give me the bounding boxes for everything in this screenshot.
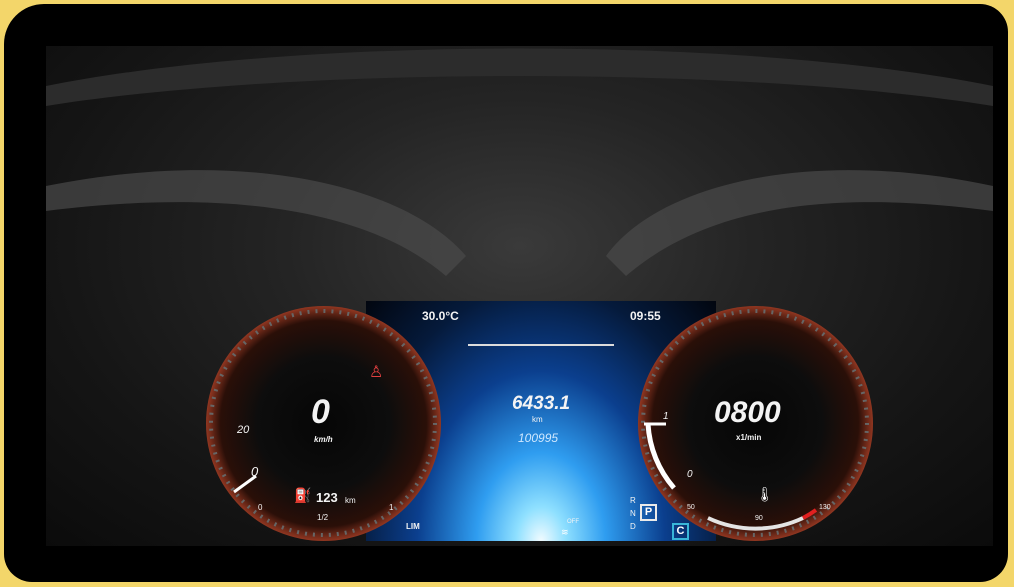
rpm-tick-0: 0 [687,469,693,480]
coolant-tick-50: 50 [687,504,695,511]
seatbelt-warning-icon: ♙ [369,364,384,381]
rpm-tick-1: 1 [663,411,669,422]
clock-time: 09:55 [630,309,661,323]
fuel-half-tick: 1/2 [317,513,329,522]
screenshot-frame: 30.0°C 09:55 6433.1 km 100995 0 km/h 20 … [4,4,1008,582]
instrument-cluster: 30.0°C 09:55 6433.1 km 100995 0 km/h 20 … [206,261,876,541]
trip-distance: 6433.1 [512,393,571,414]
speed-limiter-indicator: LIM [406,522,420,531]
fuel-empty-tick: 0 [258,503,263,512]
coolant-tick-90: 90 [755,515,763,522]
speed-tick-20: 20 [237,424,250,436]
gear-d: D [630,522,636,531]
coolant-tick-130: 130 [819,504,831,511]
speed-value: 0 [311,393,330,431]
coolant-temperature-icon: 🌡 [756,486,774,502]
odometer: 100995 [518,431,559,445]
fuel-full-tick: 1 [389,503,394,512]
trip-unit: km [532,415,543,424]
esp-off-icon: ≋ [561,527,569,537]
speed-tick-0: 0 [251,464,259,479]
rpm-value: 0800 [714,396,781,429]
fuel-range-value: 123 [316,490,338,505]
outside-temperature: 30.0°C [422,309,459,323]
rpm-unit: x1/min [736,433,762,442]
speed-unit: km/h [314,435,333,444]
gear-selected-box: P [640,504,657,521]
dashboard-photo: 30.0°C 09:55 6433.1 km 100995 0 km/h 20 … [46,46,993,546]
esp-off-label: OFF [567,519,579,525]
drive-mode-box: C [672,523,689,540]
info-divider [468,344,614,346]
gear-n: N [630,509,636,518]
gear-r: R [630,496,636,505]
fuel-range-unit: km [345,496,356,505]
fuel-pump-icon: ⛽ [294,487,312,503]
